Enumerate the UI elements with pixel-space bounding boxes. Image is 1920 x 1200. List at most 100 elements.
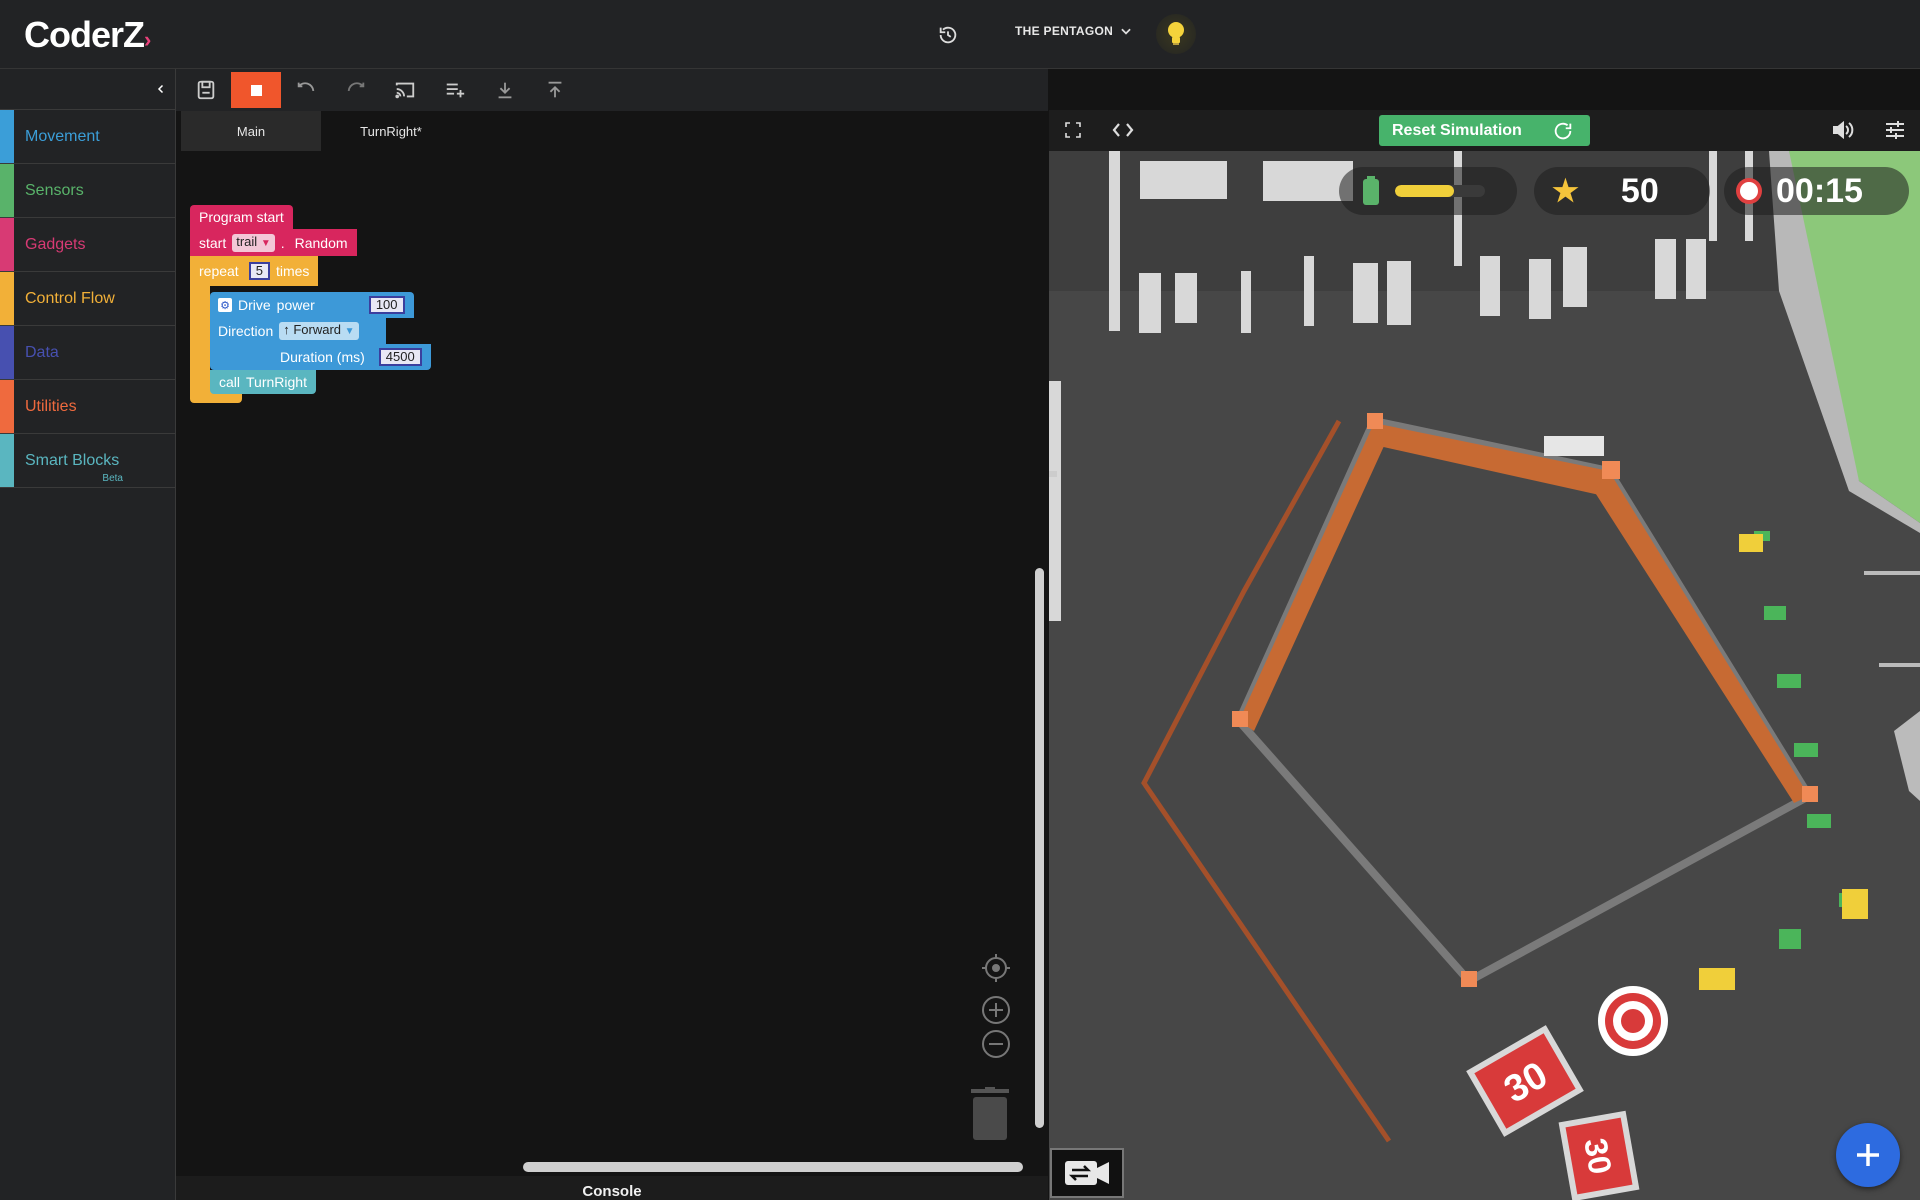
switch-camera-button[interactable] <box>1050 1148 1124 1198</box>
fullscreen-icon[interactable] <box>1065 122 1081 143</box>
drive-block[interactable]: ⚙ Drive power 100 <box>210 292 414 318</box>
simulation-view[interactable]: 30 30 ★ 50 00:15 <box>1049 151 1920 1200</box>
beta-badge: Beta <box>102 473 123 484</box>
category-color-bar <box>0 380 14 433</box>
block-categories-sidebar: Movement Sensors Gadgets Control Flow Data Ut… <box>0 69 176 1200</box>
reset-simulation-button[interactable]: Reset Simulation <box>1379 115 1590 146</box>
logo-text: CoderZ <box>24 14 145 55</box>
duration-label: Duration (ms) <box>280 349 365 365</box>
direction-dropdown[interactable]: ↑ Forward ▼ <box>279 322 359 340</box>
score-value: 50 <box>1620 171 1659 210</box>
program-start-block[interactable]: Program start <box>190 205 293 229</box>
repeat-count-input[interactable]: 5 <box>248 262 270 280</box>
category-label: Smart Blocks <box>25 451 120 469</box>
tab-main[interactable]: Main <box>181 111 321 151</box>
cast-button[interactable] <box>385 74 425 106</box>
settings-sliders-icon[interactable] <box>1884 120 1906 145</box>
add-function-button[interactable] <box>435 74 475 106</box>
battery-fill <box>1395 185 1454 197</box>
dot-label: . <box>280 234 285 251</box>
category-color-bar <box>0 434 14 487</box>
trash-icon[interactable] <box>969 1087 1011 1146</box>
stop-button[interactable] <box>231 72 281 108</box>
sidebar-category-movement[interactable]: Movement <box>0 110 175 164</box>
category-label: Control Flow <box>25 289 115 307</box>
category-label: Utilities <box>25 397 77 415</box>
direction-label: Direction <box>218 323 274 339</box>
logo-mark-icon: › <box>144 27 151 52</box>
editor-toolbar <box>176 69 1048 111</box>
repeat-block-body <box>190 271 210 398</box>
coderz-logo[interactable]: CoderZ› <box>24 14 151 56</box>
chevron-down-icon <box>1121 28 1131 35</box>
redo-button[interactable] <box>336 74 376 106</box>
sidebar-category-sensors[interactable]: Sensors <box>0 164 175 218</box>
star-icon: ★ <box>1552 174 1579 208</box>
battery-bar <box>1395 185 1485 197</box>
times-label: times <box>275 263 310 279</box>
dropdown-arrow-icon: ▼ <box>260 237 271 249</box>
gear-icon: ⚙ <box>218 298 232 312</box>
sidebar-category-smart-blocks[interactable]: Smart Blocks Beta <box>0 434 175 488</box>
collapse-sidebar-chevron-icon[interactable] <box>151 79 171 99</box>
category-label: Gadgets <box>25 235 86 253</box>
mission-selector[interactable]: THE PENTAGON <box>1015 24 1133 38</box>
sidebar-category-data[interactable]: Data <box>0 326 175 380</box>
add-button[interactable] <box>1836 1123 1900 1187</box>
direction-value: ↑ Forward <box>283 322 342 337</box>
start-trail-block[interactable]: start trail ▼ . Random <box>190 229 357 256</box>
upload-button[interactable] <box>535 74 575 106</box>
call-label: call <box>219 374 241 390</box>
volume-icon[interactable] <box>1832 120 1854 145</box>
hint-bulb-icon[interactable] <box>1156 14 1196 54</box>
console-label: Console <box>582 1183 642 1200</box>
clock-icon <box>1736 178 1762 204</box>
power-label: power <box>276 297 315 313</box>
repeat-label: repeat <box>199 263 239 279</box>
category-label: Data <box>25 343 59 361</box>
download-button[interactable] <box>485 74 525 106</box>
duration-row: Duration (ms) 4500 <box>210 344 431 370</box>
random-label: Random <box>294 234 348 251</box>
repeat-block[interactable]: repeat 5 times <box>190 256 319 286</box>
drive-label: Drive <box>238 297 271 313</box>
history-icon[interactable] <box>933 20 963 50</box>
trail-dropdown[interactable]: trail ▼ <box>232 233 275 252</box>
battery-icon <box>1363 176 1379 205</box>
category-color-bar <box>0 326 14 379</box>
editor-tabs: Main TurnRight* <box>176 111 1048 151</box>
simulation-scene: 30 30 <box>1049 151 1920 1200</box>
console-toggle[interactable]: Console <box>176 1176 1048 1200</box>
code-view-icon[interactable] <box>1112 121 1134 144</box>
direction-row: Direction ↑ Forward ▼ <box>210 318 386 344</box>
trail-value: trail <box>236 233 258 249</box>
undo-button[interactable] <box>286 74 326 106</box>
power-input[interactable]: 100 <box>368 296 405 314</box>
tab-turnright[interactable]: TurnRight* <box>321 111 461 151</box>
workspace-vertical-scrollbar[interactable] <box>1035 568 1044 1128</box>
save-button[interactable] <box>186 74 226 106</box>
reset-simulation-label: Reset Simulation <box>1392 121 1522 139</box>
sidebar-category-utilities[interactable]: Utilities <box>0 380 175 434</box>
switch-camera-icon <box>1065 1161 1109 1185</box>
category-label: Sensors <box>25 181 84 199</box>
zoom-out-icon[interactable] <box>981 1029 1011 1064</box>
refresh-icon <box>1554 122 1572 139</box>
zoom-in-icon[interactable] <box>981 995 1011 1030</box>
sidebar-category-gadgets[interactable]: Gadgets <box>0 218 175 272</box>
recenter-icon[interactable] <box>981 953 1011 988</box>
category-color-bar <box>0 272 14 325</box>
start-label: start <box>199 234 227 251</box>
blocks-workspace[interactable]: Program start start trail ▼ . Random rep… <box>176 151 1048 1176</box>
plus-icon <box>1857 1144 1879 1166</box>
sidebar-category-control-flow[interactable]: Control Flow <box>0 272 175 326</box>
call-target-label: TurnRight <box>246 374 307 390</box>
workspace-horizontal-scrollbar[interactable] <box>523 1162 1023 1172</box>
category-color-bar <box>0 164 14 217</box>
timer-hud: 00:15 <box>1724 167 1909 215</box>
category-label: Movement <box>25 127 100 145</box>
program-start-label: Program start <box>199 209 284 225</box>
call-turnright-block[interactable]: call TurnRight <box>210 370 316 394</box>
duration-input[interactable]: 4500 <box>378 348 422 366</box>
score-hud: ★ 50 <box>1534 167 1710 215</box>
